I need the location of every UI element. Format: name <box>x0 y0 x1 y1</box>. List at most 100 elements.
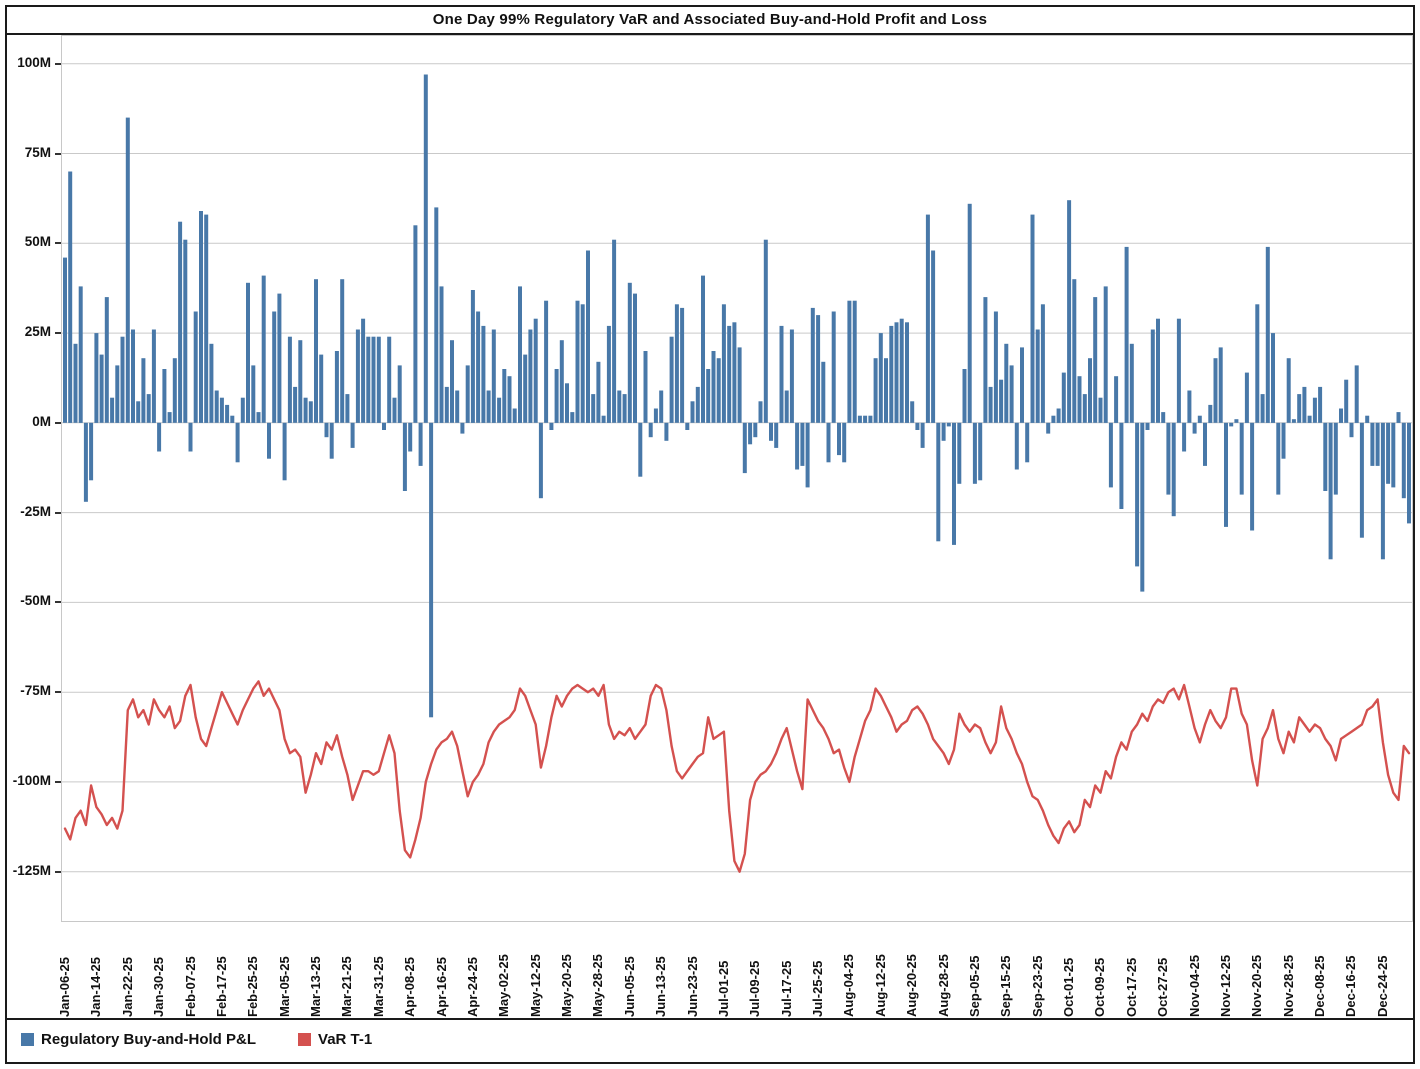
pl-bar <box>905 322 909 423</box>
pl-bar <box>1329 423 1333 560</box>
pl-bar <box>633 294 637 423</box>
pl-bar <box>617 391 621 423</box>
pl-bar <box>1318 387 1322 423</box>
pl-bar <box>267 423 271 459</box>
pl-bar <box>492 330 496 423</box>
pl-bar <box>1193 423 1197 434</box>
pl-bar <box>304 398 308 423</box>
pl-bar <box>1130 344 1134 423</box>
pl-bar <box>544 301 548 423</box>
pl-bar <box>105 297 109 423</box>
pl-bar <box>780 326 784 423</box>
legend-label-pl: Regulatory Buy-and-Hold P&L <box>41 1031 256 1048</box>
x-tick-label: Nov-04-25 <box>1188 925 1202 1017</box>
pl-bar <box>706 369 710 423</box>
x-tick-label: Apr-24-25 <box>466 925 480 1017</box>
x-tick-label: Mar-05-25 <box>278 925 292 1017</box>
pl-bar <box>1182 423 1186 452</box>
pl-bar <box>1057 409 1061 423</box>
pl-bar <box>900 319 904 423</box>
pl-bar <box>466 365 470 423</box>
pl-bar <box>1072 279 1076 423</box>
pl-bar <box>1308 416 1312 423</box>
pl-bar <box>335 351 339 423</box>
x-tick-label: Jan-30-25 <box>152 925 166 1017</box>
pl-bar <box>1093 297 1097 423</box>
pl-bar <box>1360 423 1364 538</box>
pl-bar <box>1397 412 1401 423</box>
pl-bar <box>947 423 951 427</box>
pl-bar <box>63 258 67 423</box>
pl-bar <box>126 118 130 423</box>
pl-bar <box>1261 394 1265 423</box>
x-tick-label: Jun-05-25 <box>623 925 637 1017</box>
pl-bar <box>215 391 219 423</box>
pl-bar <box>325 423 329 437</box>
pl-bar <box>800 423 804 466</box>
pl-bar <box>293 387 297 423</box>
pl-bar <box>936 423 940 542</box>
pl-bar <box>732 322 736 423</box>
pl-bar <box>1020 347 1024 422</box>
pl-bar <box>1250 423 1254 531</box>
pl-bar <box>968 204 972 423</box>
y-tick-label: -100M <box>13 773 51 788</box>
pl-bar <box>79 286 83 423</box>
pl-bar <box>1271 333 1275 423</box>
pl-bar <box>879 333 883 423</box>
x-tick-label: Feb-17-25 <box>215 925 229 1017</box>
var-line <box>65 681 1409 871</box>
pl-bar <box>858 416 862 423</box>
pl-bar <box>926 215 930 423</box>
pl-bar <box>842 423 846 463</box>
pl-bar <box>424 75 428 423</box>
pl-bar <box>241 398 245 423</box>
pl-bar <box>225 405 229 423</box>
pl-bar <box>372 337 376 423</box>
pl-bar <box>748 423 752 445</box>
pl-bar <box>1214 358 1218 423</box>
x-tick-label: Mar-31-25 <box>372 925 386 1017</box>
y-tick-mark <box>55 332 61 334</box>
pl-bar <box>502 369 506 423</box>
pl-bar <box>628 283 632 423</box>
x-tick-label: Mar-21-25 <box>340 925 354 1017</box>
pl-bar <box>147 394 151 423</box>
pl-bar <box>743 423 747 473</box>
x-tick-label: Nov-28-25 <box>1282 925 1296 1017</box>
pl-bar <box>283 423 287 481</box>
pl-bar <box>1172 423 1176 516</box>
pl-bar <box>1407 423 1411 524</box>
y-tick-mark <box>55 242 61 244</box>
legend-swatch-var-icon <box>298 1033 311 1046</box>
pl-bar <box>387 337 391 423</box>
pl-bar <box>895 322 899 423</box>
pl-bar <box>183 240 187 423</box>
pl-bar <box>644 351 648 423</box>
pl-bar <box>915 423 919 430</box>
x-tick-label: Sep-23-25 <box>1031 925 1045 1017</box>
pl-bar <box>602 416 606 423</box>
pl-bar <box>701 276 705 423</box>
pl-bar <box>513 409 517 423</box>
legend-item-pl: Regulatory Buy-and-Hold P&L <box>21 1031 256 1048</box>
pl-bar <box>921 423 925 448</box>
pl-bar <box>654 409 658 423</box>
x-tick-label: May-02-25 <box>497 925 511 1017</box>
chart-body: 100M75M50M25M0M-25M-50M-75M-100M-125M Ja… <box>7 35 1413 1018</box>
pl-bar <box>884 358 888 423</box>
pl-bar <box>973 423 977 484</box>
pl-bar <box>607 326 611 423</box>
pl-bar <box>345 394 349 423</box>
pl-bar <box>1015 423 1019 470</box>
pl-bar <box>1036 330 1040 423</box>
pl-bar <box>157 423 161 452</box>
pl-bar <box>560 340 564 423</box>
pl-bar <box>1041 304 1045 423</box>
pl-bar <box>1198 416 1202 423</box>
x-tick-label: May-20-25 <box>560 925 574 1017</box>
pl-bar <box>1255 304 1259 423</box>
pl-bar <box>868 416 872 423</box>
pl-bar <box>581 304 585 423</box>
pl-bar <box>963 369 967 423</box>
